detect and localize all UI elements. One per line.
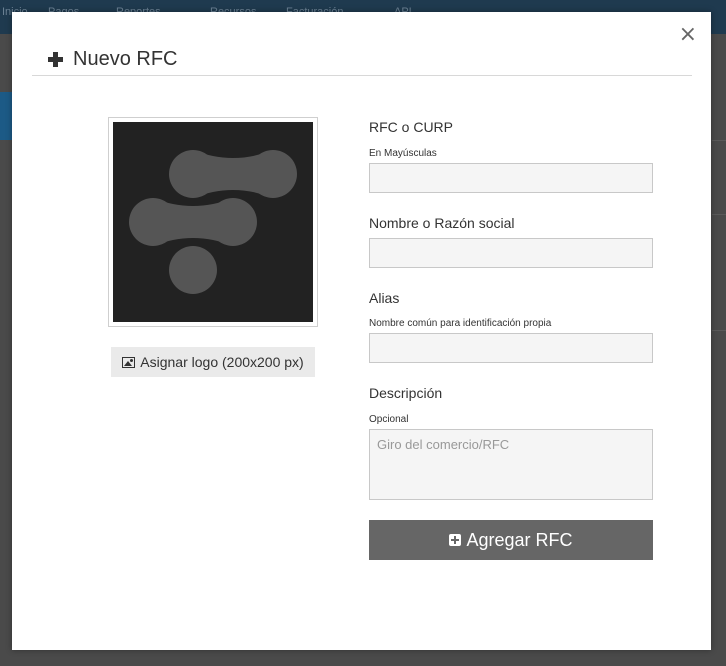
logo-preview	[108, 117, 318, 327]
name-label: Nombre o Razón social	[369, 215, 515, 231]
brand-logo-icon	[129, 150, 297, 294]
rfc-label: RFC o CURP	[369, 119, 454, 135]
add-rfc-button[interactable]: Agregar RFC	[369, 520, 653, 560]
plus-square-icon	[449, 534, 462, 546]
header-divider	[32, 75, 692, 76]
modal-title: Nuevo RFC	[73, 47, 178, 70]
image-icon	[122, 356, 136, 368]
description-label: Descripción	[369, 385, 443, 401]
alias-input[interactable]	[369, 333, 653, 363]
alias-hint: Nombre común para identificación propia	[369, 318, 552, 329]
assign-logo-button[interactable]: Asignar logo (200x200 px)	[111, 347, 315, 377]
name-input[interactable]	[369, 238, 653, 268]
alias-label: Alias	[369, 290, 400, 306]
rfc-input[interactable]	[369, 163, 653, 193]
background-divider	[712, 140, 726, 141]
description-hint: Opcional	[369, 414, 409, 425]
brand-logo	[113, 122, 313, 322]
background-divider	[712, 330, 726, 331]
new-rfc-modal: × Nuevo RFC Asignar logo (200x200 px) RF…	[12, 12, 711, 650]
add-rfc-label: Agregar RFC	[466, 529, 573, 550]
description-textarea[interactable]	[369, 429, 653, 500]
plus-icon	[48, 51, 63, 67]
assign-logo-label: Asignar logo (200x200 px)	[140, 354, 304, 370]
modal-header: Nuevo RFC	[32, 42, 692, 76]
rfc-hint: En Mayúsculas	[369, 148, 437, 159]
background-divider	[712, 214, 726, 215]
